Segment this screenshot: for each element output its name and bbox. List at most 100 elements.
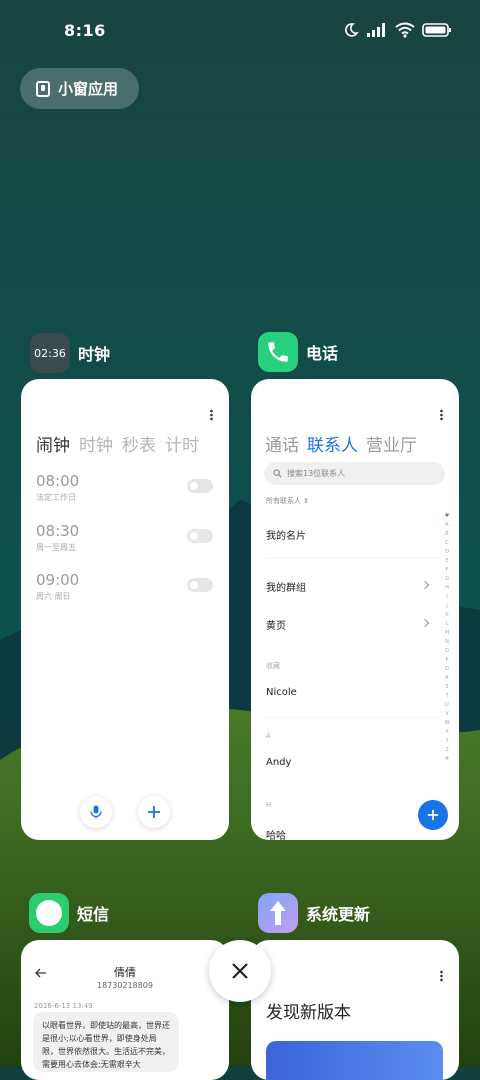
index-letter[interactable]: E [445,557,448,566]
phone-app-header[interactable]: 电话 [258,332,338,372]
chevron-right-icon [420,580,430,590]
index-letter[interactable]: P [445,656,448,665]
messages-app-icon [29,893,69,933]
tab-service-hall[interactable]: 营业厅 [366,431,417,456]
index-letter[interactable]: Q [445,665,449,674]
index-letter[interactable]: X [445,728,448,737]
index-letter[interactable]: K [445,611,448,620]
message-bubble[interactable]: 以眼看世界，即使站的最高，世界还是很小;以心看世界，即使身处局限，世界依然很大。… [33,1012,179,1072]
index-letter[interactable]: N [445,638,449,647]
clock-icon-time: 02:36 [34,346,66,360]
clock-tabs: 闹钟 时钟 秒表 计时 [36,431,199,456]
battery-icon [422,23,451,37]
close-icon [232,963,248,979]
contact-name: 倩倩 [114,966,136,979]
system-update-app-card[interactable]: 发现新版本 [251,940,459,1080]
index-letter[interactable]: H [445,584,449,593]
clock-app-icon: 02:36 [30,333,70,373]
add-contact-button[interactable] [418,800,448,830]
tab-alarm[interactable]: 闹钟 [36,431,70,456]
search-placeholder: 搜索13位联系人 [287,469,346,478]
alphabet-index[interactable]: ♥ A B C D E F G H I J K L M N O P Q R S T U V W X Y Z # [444,512,450,764]
index-letter[interactable]: F [446,566,449,575]
system-update-app-name: 系统更新 [306,905,371,924]
update-headline: 发现新版本 [266,1003,351,1023]
index-letter[interactable]: S [445,683,448,692]
status-bar: 8:16 [0,0,480,62]
plus-icon [148,806,160,818]
divider [266,717,439,718]
system-update-app-header[interactable]: 系统更新 [258,893,370,933]
filter-label: 所有联系人 [266,497,301,505]
tab-clock[interactable]: 时钟 [79,431,113,456]
index-letter[interactable]: C [445,539,449,548]
index-letter[interactable]: T [445,692,448,701]
heart-icon: ♥ [444,513,450,519]
messages-app-header[interactable]: 短信 [29,893,109,933]
section-header-h: H [266,801,272,809]
divider [266,558,439,559]
add-alarm-button[interactable] [138,796,170,828]
alarm-toggle[interactable] [187,479,213,493]
index-letter[interactable]: Y [445,737,448,746]
index-letter[interactable]: U [445,701,449,710]
index-letter[interactable]: D [445,548,449,557]
moon-icon [345,23,359,37]
voice-alarm-button[interactable] [80,796,112,828]
tab-timer[interactable]: 计时 [165,431,199,456]
contact-row[interactable]: Andy [266,757,291,768]
index-letter[interactable]: V [445,710,448,719]
microphone-icon [90,805,102,819]
tab-contacts[interactable]: 联系人 [307,431,358,456]
index-letter[interactable]: M [445,629,449,638]
index-letter[interactable]: O [445,647,449,656]
status-time: 8:16 [64,21,106,40]
alarm-repeat: 周一至周五 [36,543,76,552]
phone-app-icon [258,332,298,372]
contact-row[interactable]: Nicole [266,687,297,698]
wifi-icon [395,22,415,38]
index-letter[interactable]: B [445,530,448,539]
phone-tabs: 通话 联系人 营业厅 [265,431,417,456]
index-letter[interactable]: Z [445,746,448,755]
index-letter[interactable]: L [446,620,449,629]
index-letter[interactable]: A [445,521,448,530]
floating-window-apps-button[interactable]: 小窗应用 [20,68,139,109]
index-letter[interactable]: # [445,755,449,764]
more-options-icon[interactable] [440,970,443,982]
clock-app-header[interactable]: 02:36 时钟 [30,333,110,373]
search-icon [273,469,282,478]
alarm-repeat: 法定工作日 [36,493,76,502]
conversation-header: 倩倩 18730218809 [21,964,229,990]
update-banner [266,1041,443,1080]
phone-icon [268,342,288,362]
messages-app-card[interactable]: 倩倩 18730218809 2016-6-13 13:49 以眼看世界，即使站… [21,940,229,1080]
my-groups-row[interactable]: 我的群组 [266,579,306,594]
chat-bubble-icon [36,900,62,926]
tab-calls[interactable]: 通话 [265,431,299,456]
chevron-right-icon [420,618,430,628]
yellow-pages-row[interactable]: 黄页 [266,617,286,632]
section-header-a: A [266,732,271,740]
more-options-icon[interactable] [210,409,213,421]
contacts-search-input[interactable]: 搜索13位联系人 [264,462,445,485]
contacts-filter[interactable]: 所有联系人 ⇕ [266,496,309,506]
my-card-row[interactable]: 我的名片 [266,527,306,542]
index-letter[interactable]: W [445,719,450,728]
tab-stopwatch[interactable]: 秒表 [122,431,156,456]
index-letter[interactable]: G [445,575,449,584]
index-letter[interactable]: J [446,602,447,611]
clock-app-card[interactable]: 闹钟 时钟 秒表 计时 08:00 法定工作日 08:30 周一至周五 09:0… [21,379,229,840]
alarm-toggle[interactable] [187,578,213,592]
messages-app-name: 短信 [77,905,110,924]
phone-app-card[interactable]: 通话 联系人 营业厅 搜索13位联系人 所有联系人 ⇕ 我的名片 我的群组 黄页… [251,379,459,840]
index-letter[interactable]: I [446,593,447,602]
more-options-icon[interactable] [440,409,443,421]
signal-icon [367,23,385,37]
alarm-repeat: 周六 周日 [36,592,71,601]
clear-all-button[interactable] [209,940,271,1002]
contact-row[interactable]: 哈哈 [266,827,286,840]
contact-number: 18730218809 [97,981,153,990]
alarm-toggle[interactable] [187,529,213,543]
index-letter[interactable]: R [445,674,448,683]
